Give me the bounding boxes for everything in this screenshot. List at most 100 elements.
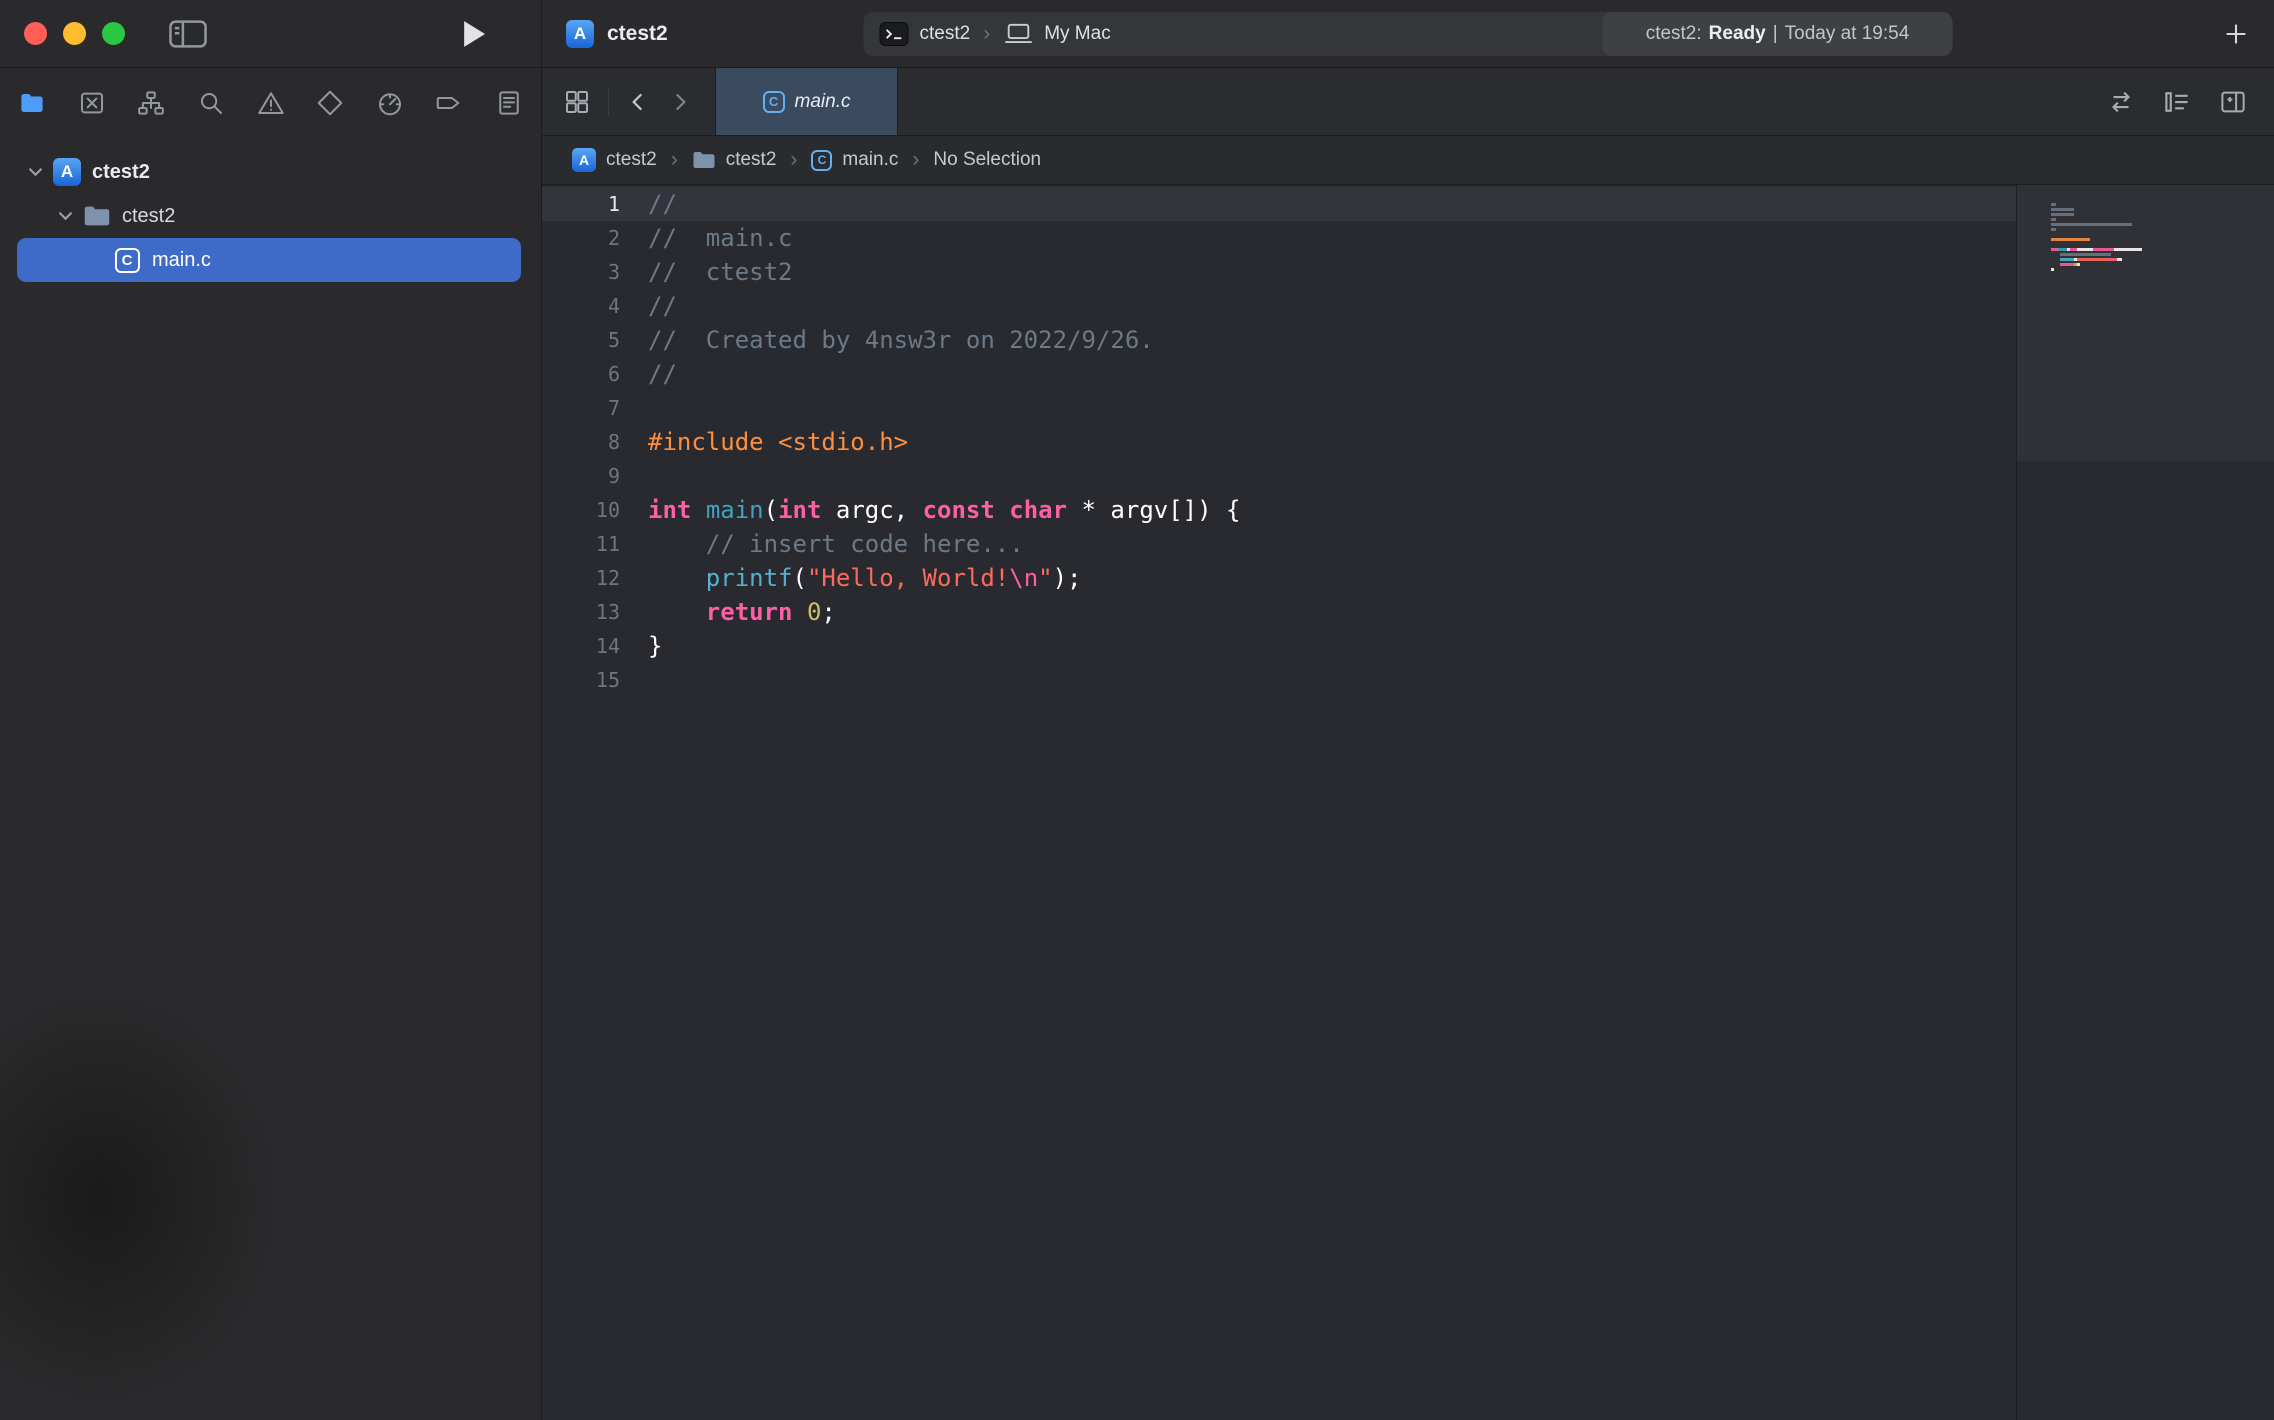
tree-label: ctest2 (92, 161, 150, 184)
code-line-2[interactable]: 2// main.c (542, 221, 2016, 255)
minimap[interactable] (2016, 185, 2274, 1420)
divider (608, 88, 609, 116)
debug-navigator-tab[interactable] (375, 88, 405, 118)
line-number: 14 (542, 634, 620, 658)
line-number: 11 (542, 532, 620, 556)
related-items-grid-icon[interactable] (562, 87, 592, 117)
code-text: // (648, 190, 677, 218)
tag-icon (434, 88, 464, 118)
breakpoint-navigator-tab[interactable] (434, 88, 464, 118)
code-line-3[interactable]: 3// ctest2 (542, 255, 2016, 289)
code-text: // (648, 360, 677, 388)
adjust-editor-icon[interactable] (2162, 87, 2192, 117)
breadcrumb-label: No Selection (933, 149, 1041, 171)
disclosure-chevron-icon[interactable] (52, 211, 78, 221)
issue-navigator-tab[interactable] (256, 88, 286, 118)
add-editor-icon[interactable] (2218, 87, 2248, 117)
breadcrumb-item-no-selection[interactable]: No Selection (933, 149, 1041, 171)
chevron-separator: › (981, 22, 992, 46)
scheme-selector[interactable]: ctest2 › My Mac ctest2: Ready | Today at… (864, 12, 1953, 56)
line-number: 6 (542, 362, 620, 386)
diamond-icon (315, 88, 345, 118)
add-button[interactable] (2222, 20, 2250, 48)
code-review-icon[interactable] (2106, 87, 2136, 117)
folder-icon (17, 88, 47, 118)
c-file-icon: C (112, 245, 142, 275)
tree-item-ctest2[interactable]: ctest2 (17, 194, 521, 238)
my-mac-icon (1003, 21, 1033, 47)
line-number: 1 (542, 192, 620, 216)
minimap-line (2051, 233, 2274, 236)
minimap-line (2051, 228, 2274, 231)
minimap-line (2051, 268, 2274, 271)
status-state: Ready (1709, 23, 1766, 45)
breadcrumb-label: main.c (842, 149, 898, 171)
breadcrumb-item-ctest2[interactable]: ctest2 (692, 149, 777, 171)
tree-item-ctest2[interactable]: Actest2 (17, 150, 521, 194)
code-line-14[interactable]: 14} (542, 629, 2016, 663)
code-line-13[interactable]: 13 return 0; (542, 595, 2016, 629)
minimap-line (2051, 253, 2274, 256)
jump-bar: Actest2›ctest2›Cmain.c›No Selection (542, 136, 2274, 185)
code-text: int main(int argc, const char * argv[]) … (648, 496, 1240, 524)
find-navigator-tab[interactable] (196, 88, 226, 118)
back-button[interactable] (625, 89, 651, 115)
disclosure-chevron-icon[interactable] (22, 167, 48, 177)
code-line-1[interactable]: 1 // (542, 187, 2016, 221)
breadcrumb-separator: › (669, 148, 680, 172)
breadcrumb-label: ctest2 (606, 149, 657, 171)
test-navigator-tab[interactable] (315, 88, 345, 118)
tree-item-main.c[interactable]: Cmain.c (17, 238, 521, 282)
toggle-sidebar-icon[interactable] (169, 19, 207, 49)
activity-status: ctest2: Ready | Today at 19:54 (1603, 12, 1953, 56)
tab-bar-controls (542, 68, 693, 135)
code-line-15[interactable]: 15 (542, 663, 2016, 697)
minimap-line (2051, 218, 2274, 221)
code-line-6[interactable]: 6 // (542, 357, 2016, 391)
breadcrumb-item-main.c[interactable]: Cmain.c (811, 149, 898, 171)
minimap-line (2051, 208, 2274, 211)
minimap-line (2051, 213, 2274, 216)
code-line-4[interactable]: 4 // (542, 289, 2016, 323)
x-square-icon (77, 88, 107, 118)
minimap-line (2051, 273, 2274, 276)
line-number: 12 (542, 566, 620, 590)
warning-triangle-icon (256, 88, 286, 118)
line-number: 4 (542, 294, 620, 318)
minimap-line (2051, 263, 2274, 266)
line-number: 2 (542, 226, 620, 250)
symbol-navigator-tab[interactable] (136, 88, 166, 118)
minimize-button[interactable] (63, 22, 86, 45)
code-line-10[interactable]: 10int main(int argc, const char * argv[]… (542, 493, 2016, 527)
code-line-7[interactable]: 7 (542, 391, 2016, 425)
scheme-destination-label[interactable]: My Mac (1044, 23, 1111, 45)
tab-label: main.c (795, 91, 851, 113)
report-navigator-tab[interactable] (494, 88, 524, 118)
close-button[interactable] (24, 22, 47, 45)
forward-button[interactable] (667, 89, 693, 115)
project-navigator-tab[interactable] (17, 88, 47, 118)
xcode-app-icon: A (566, 20, 594, 48)
code-text: // (648, 292, 677, 320)
tab-main-c[interactable]: C main.c (715, 68, 898, 135)
line-number: 8 (542, 430, 620, 454)
zoom-button[interactable] (102, 22, 125, 45)
scheme-target-label[interactable]: ctest2 (920, 23, 971, 45)
code-line-5[interactable]: 5// Created by 4nsw3r on 2022/9/26. (542, 323, 2016, 357)
code-line-11[interactable]: 11 // insert code here... (542, 527, 2016, 561)
code-line-8[interactable]: 8#include <stdio.h> (542, 425, 2016, 459)
line-number: 5 (542, 328, 620, 352)
shadow-artifact (0, 908, 350, 1420)
code-line-9[interactable]: 9 (542, 459, 2016, 493)
code-lines[interactable]: 1 // 2// main.c3// ctest2 4 // 5// Created by… (542, 185, 2016, 1420)
tree-label: main.c (152, 249, 211, 272)
search-icon (196, 88, 226, 118)
minimap-line (2051, 248, 2274, 251)
code-line-12[interactable]: 12 printf("Hello, World!\n"); (542, 561, 2016, 595)
source-control-navigator-tab[interactable] (77, 88, 107, 118)
breadcrumb-item-ctest2[interactable]: Actest2 (572, 148, 657, 172)
run-button[interactable] (459, 18, 489, 50)
minimap-line (2051, 243, 2274, 246)
tree-label: ctest2 (122, 205, 175, 228)
gauge-icon (375, 88, 405, 118)
